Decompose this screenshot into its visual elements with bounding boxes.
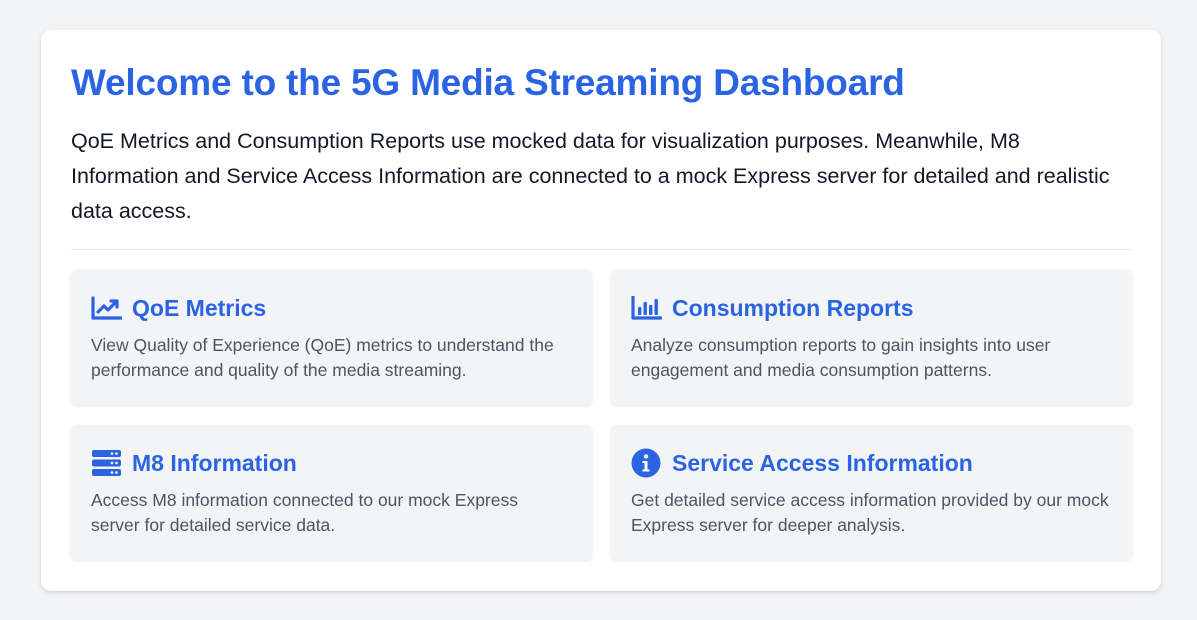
qoe-metrics-title: QoE Metrics xyxy=(132,294,267,321)
feature-card-grid: QoE Metrics View Quality of Experience (… xyxy=(71,270,1132,560)
service-access-information-description: Get detailed service access information … xyxy=(631,490,1109,535)
m8-information-description: Access M8 information connected to our m… xyxy=(91,490,518,535)
divider xyxy=(71,249,1131,250)
dashboard-welcome-panel: Welcome to the 5G Media Streaming Dashbo… xyxy=(41,30,1161,591)
card-header: Service Access Information xyxy=(631,447,1112,479)
chart-line-icon xyxy=(91,294,122,322)
intro-text: QoE Metrics and Consumption Reports use … xyxy=(71,129,1110,223)
chart-bar-icon xyxy=(631,294,662,322)
card-header: M8 Information xyxy=(91,447,572,479)
consumption-reports-card[interactable]: Consumption Reports Analyze consumption … xyxy=(611,270,1132,405)
page-title: Welcome to the 5G Media Streaming Dashbo… xyxy=(71,62,905,103)
service-access-information-title: Service Access Information xyxy=(672,449,973,476)
service-access-information-card[interactable]: Service Access Information Get detailed … xyxy=(611,425,1132,560)
qoe-metrics-card[interactable]: QoE Metrics View Quality of Experience (… xyxy=(71,270,592,405)
server-icon xyxy=(91,449,122,477)
info-circle-icon xyxy=(631,448,662,478)
card-header: QoE Metrics xyxy=(91,292,572,324)
card-header: Consumption Reports xyxy=(631,292,1112,324)
m8-information-title: M8 Information xyxy=(132,449,297,476)
qoe-metrics-description: View Quality of Experience (QoE) metrics… xyxy=(91,335,554,380)
m8-information-card[interactable]: M8 Information Access M8 information con… xyxy=(71,425,592,560)
consumption-reports-title: Consumption Reports xyxy=(672,294,914,321)
consumption-reports-description: Analyze consumption reports to gain insi… xyxy=(631,335,1051,380)
